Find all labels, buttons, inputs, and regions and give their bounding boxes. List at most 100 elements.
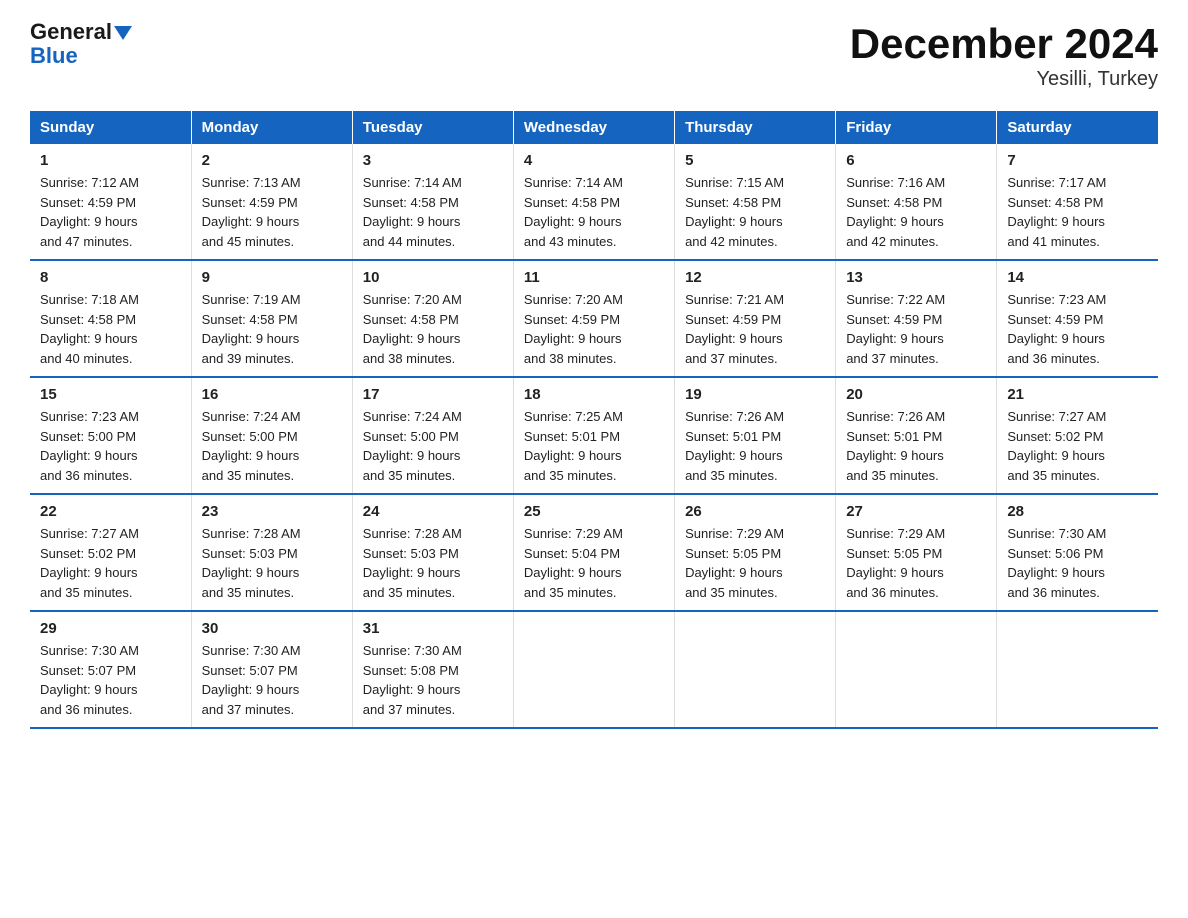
day-number: 11: [524, 269, 664, 286]
calendar-cell: 7 Sunrise: 7:17 AMSunset: 4:58 PMDaylight…: [997, 144, 1158, 260]
day-number: 8: [40, 269, 181, 286]
day-info: Sunrise: 7:15 AMSunset: 4:58 PMDaylight:…: [685, 173, 825, 251]
calendar-cell: 9 Sunrise: 7:19 AMSunset: 4:58 PMDaylight…: [191, 260, 352, 377]
header-row: Sunday Monday Tuesday Wednesday Thursday…: [30, 111, 1158, 144]
calendar-week-1: 1 Sunrise: 7:12 AMSunset: 4:59 PMDaylight…: [30, 144, 1158, 260]
calendar-header: Sunday Monday Tuesday Wednesday Thursday…: [30, 111, 1158, 144]
calendar-cell: 8 Sunrise: 7:18 AMSunset: 4:58 PMDaylight…: [30, 260, 191, 377]
day-number: 22: [40, 503, 181, 520]
calendar-cell: [675, 611, 836, 728]
logo-blue-text: Blue: [30, 44, 132, 68]
logo: General Blue: [30, 20, 132, 68]
day-info: Sunrise: 7:26 AMSunset: 5:01 PMDaylight:…: [846, 407, 986, 485]
day-number: 14: [1007, 269, 1148, 286]
day-info: Sunrise: 7:26 AMSunset: 5:01 PMDaylight:…: [685, 407, 825, 485]
day-info: Sunrise: 7:21 AMSunset: 4:59 PMDaylight:…: [685, 290, 825, 368]
col-thursday: Thursday: [675, 111, 836, 144]
day-info: Sunrise: 7:13 AMSunset: 4:59 PMDaylight:…: [202, 173, 342, 251]
day-info: Sunrise: 7:30 AMSunset: 5:06 PMDaylight:…: [1007, 524, 1148, 602]
calendar-cell: 19Sunrise: 7:26 AMSunset: 5:01 PMDayligh…: [675, 377, 836, 494]
day-info: Sunrise: 7:27 AMSunset: 5:02 PMDaylight:…: [40, 524, 181, 602]
day-number: 13: [846, 269, 986, 286]
calendar-cell: 31Sunrise: 7:30 AMSunset: 5:08 PMDayligh…: [352, 611, 513, 728]
calendar-cell: 12 Sunrise: 7:21 AMSunset: 4:59 PMDayligh…: [675, 260, 836, 377]
day-number: 31: [363, 620, 503, 637]
day-number: 10: [363, 269, 503, 286]
calendar-cell: 6 Sunrise: 7:16 AMSunset: 4:58 PMDaylight…: [836, 144, 997, 260]
calendar-cell: 15 Sunrise: 7:23 AMSunset: 5:00 PMDayligh…: [30, 377, 191, 494]
day-info: Sunrise: 7:20 AMSunset: 4:58 PMDaylight:…: [363, 290, 503, 368]
calendar-cell: 2Sunrise: 7:13 AMSunset: 4:59 PMDaylight…: [191, 144, 352, 260]
calendar-cell: 17 Sunrise: 7:24 AMSunset: 5:00 PMDayligh…: [352, 377, 513, 494]
calendar-cell: 16 Sunrise: 7:24 AMSunset: 5:00 PMDayligh…: [191, 377, 352, 494]
page-header: General Blue December 2024 Yesilli, Turk…: [30, 20, 1158, 91]
day-info: Sunrise: 7:28 AMSunset: 5:03 PMDaylight:…: [202, 524, 342, 602]
day-number: 16: [202, 386, 342, 403]
day-info: Sunrise: 7:24 AMSunset: 5:00 PMDaylight:…: [202, 407, 342, 485]
day-info: Sunrise: 7:17 AMSunset: 4:58 PMDaylight:…: [1007, 173, 1148, 251]
calendar-cell: 24 Sunrise: 7:28 AMSunset: 5:03 PMDayligh…: [352, 494, 513, 611]
day-info: Sunrise: 7:30 AMSunset: 5:07 PMDaylight:…: [40, 641, 181, 719]
calendar-cell: 11 Sunrise: 7:20 AMSunset: 4:59 PMDayligh…: [513, 260, 674, 377]
calendar-cell: 29 Sunrise: 7:30 AMSunset: 5:07 PMDayligh…: [30, 611, 191, 728]
calendar-title: December 2024: [850, 20, 1158, 68]
day-number: 29: [40, 620, 181, 637]
day-info: Sunrise: 7:20 AMSunset: 4:59 PMDaylight:…: [524, 290, 664, 368]
day-info: Sunrise: 7:16 AMSunset: 4:58 PMDaylight:…: [846, 173, 986, 251]
day-number: 5: [685, 152, 825, 169]
day-number: 21: [1007, 386, 1148, 403]
calendar-cell: 20Sunrise: 7:26 AMSunset: 5:01 PMDayligh…: [836, 377, 997, 494]
day-number: 18: [524, 386, 664, 403]
day-info: Sunrise: 7:23 AMSunset: 5:00 PMDaylight:…: [40, 407, 181, 485]
calendar-cell: 28Sunrise: 7:30 AMSunset: 5:06 PMDayligh…: [997, 494, 1158, 611]
calendar-cell: 21Sunrise: 7:27 AMSunset: 5:02 PMDayligh…: [997, 377, 1158, 494]
calendar-cell: 22 Sunrise: 7:27 AMSunset: 5:02 PMDayligh…: [30, 494, 191, 611]
day-number: 23: [202, 503, 342, 520]
calendar-cell: 5 Sunrise: 7:15 AMSunset: 4:58 PMDaylight…: [675, 144, 836, 260]
day-number: 24: [363, 503, 503, 520]
calendar-subtitle: Yesilli, Turkey: [850, 68, 1158, 91]
calendar-cell: 23 Sunrise: 7:28 AMSunset: 5:03 PMDayligh…: [191, 494, 352, 611]
calendar-cell: 14 Sunrise: 7:23 AMSunset: 4:59 PMDayligh…: [997, 260, 1158, 377]
day-info: Sunrise: 7:25 AMSunset: 5:01 PMDaylight:…: [524, 407, 664, 485]
day-info: Sunrise: 7:29 AMSunset: 5:05 PMDaylight:…: [846, 524, 986, 602]
day-number: 9: [202, 269, 342, 286]
calendar-body: 1 Sunrise: 7:12 AMSunset: 4:59 PMDaylight…: [30, 144, 1158, 728]
col-tuesday: Tuesday: [352, 111, 513, 144]
day-number: 1: [40, 152, 181, 169]
day-info: Sunrise: 7:28 AMSunset: 5:03 PMDaylight:…: [363, 524, 503, 602]
calendar-cell: 3 Sunrise: 7:14 AMSunset: 4:58 PMDaylight…: [352, 144, 513, 260]
day-number: 26: [685, 503, 825, 520]
calendar-cell: 1 Sunrise: 7:12 AMSunset: 4:59 PMDaylight…: [30, 144, 191, 260]
day-number: 15: [40, 386, 181, 403]
day-info: Sunrise: 7:19 AMSunset: 4:58 PMDaylight:…: [202, 290, 342, 368]
col-monday: Monday: [191, 111, 352, 144]
day-number: 17: [363, 386, 503, 403]
calendar-cell: [513, 611, 674, 728]
col-sunday: Sunday: [30, 111, 191, 144]
day-info: Sunrise: 7:30 AMSunset: 5:07 PMDaylight:…: [202, 641, 342, 719]
calendar-cell: 30 Sunrise: 7:30 AMSunset: 5:07 PMDayligh…: [191, 611, 352, 728]
calendar-cell: 26Sunrise: 7:29 AMSunset: 5:05 PMDayligh…: [675, 494, 836, 611]
calendar-cell: 4Sunrise: 7:14 AMSunset: 4:58 PMDaylight…: [513, 144, 674, 260]
day-info: Sunrise: 7:18 AMSunset: 4:58 PMDaylight:…: [40, 290, 181, 368]
calendar-cell: 27Sunrise: 7:29 AMSunset: 5:05 PMDayligh…: [836, 494, 997, 611]
day-number: 3: [363, 152, 503, 169]
col-friday: Friday: [836, 111, 997, 144]
calendar-cell: 25 Sunrise: 7:29 AMSunset: 5:04 PMDayligh…: [513, 494, 674, 611]
calendar-week-2: 8 Sunrise: 7:18 AMSunset: 4:58 PMDaylight…: [30, 260, 1158, 377]
day-info: Sunrise: 7:14 AMSunset: 4:58 PMDaylight:…: [363, 173, 503, 251]
day-info: Sunrise: 7:24 AMSunset: 5:00 PMDaylight:…: [363, 407, 503, 485]
day-number: 4: [524, 152, 664, 169]
day-number: 12: [685, 269, 825, 286]
calendar-week-3: 15 Sunrise: 7:23 AMSunset: 5:00 PMDayligh…: [30, 377, 1158, 494]
day-info: Sunrise: 7:29 AMSunset: 5:04 PMDaylight:…: [524, 524, 664, 602]
day-number: 25: [524, 503, 664, 520]
day-number: 7: [1007, 152, 1148, 169]
day-number: 30: [202, 620, 342, 637]
day-info: Sunrise: 7:23 AMSunset: 4:59 PMDaylight:…: [1007, 290, 1148, 368]
day-number: 6: [846, 152, 986, 169]
day-info: Sunrise: 7:12 AMSunset: 4:59 PMDaylight:…: [40, 173, 181, 251]
logo-triangle-icon: [114, 26, 132, 40]
day-info: Sunrise: 7:22 AMSunset: 4:59 PMDaylight:…: [846, 290, 986, 368]
